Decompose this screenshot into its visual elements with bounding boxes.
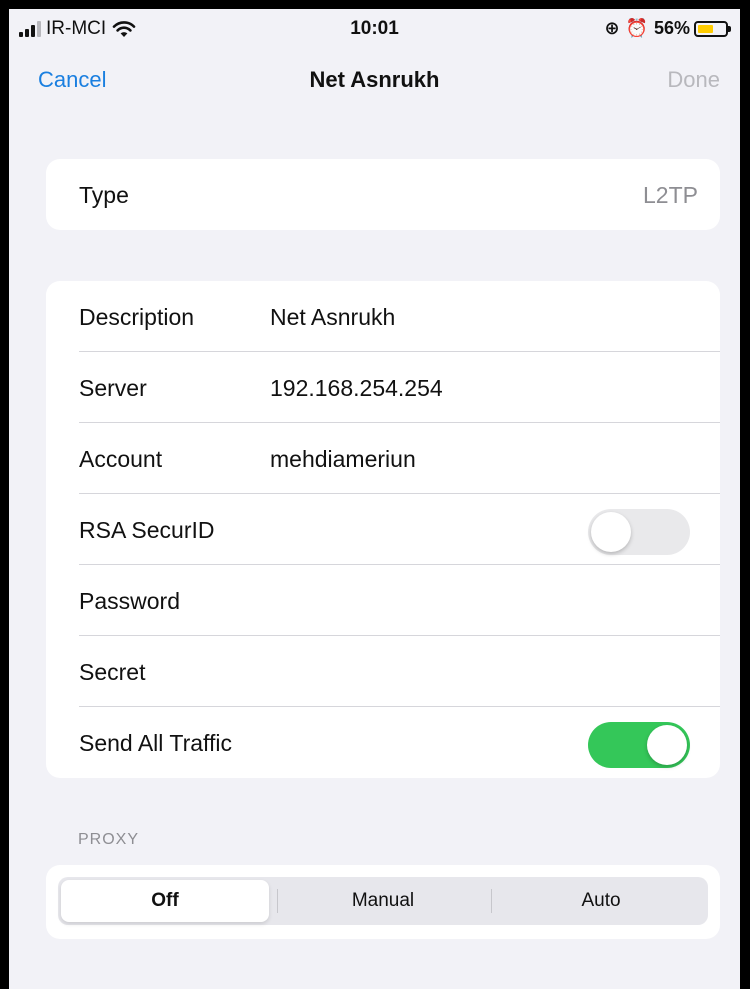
proxy-option-auto[interactable]: Auto bbox=[497, 880, 705, 922]
alarm-icon: ⏰ bbox=[625, 18, 648, 38]
send-all-traffic-label: Send All Traffic bbox=[79, 730, 232, 756]
type-group: Type L2TP bbox=[46, 159, 720, 230]
server-field[interactable]: 192.168.254.254 bbox=[270, 375, 443, 402]
send-all-traffic-row: Send All Traffic bbox=[46, 707, 720, 778]
done-button[interactable]: Done bbox=[667, 67, 720, 93]
proxy-group: Off Manual Auto bbox=[46, 865, 720, 939]
password-row[interactable]: Password bbox=[46, 565, 720, 636]
rsa-securid-row: RSA SecurID bbox=[46, 494, 720, 565]
proxy-segmented-control: Off Manual Auto bbox=[58, 877, 708, 925]
description-field[interactable]: Net Asnrukh bbox=[270, 304, 395, 331]
type-label: Type bbox=[79, 182, 129, 208]
secret-label: Secret bbox=[79, 659, 146, 685]
send-all-traffic-toggle[interactable] bbox=[588, 722, 690, 768]
type-value: L2TP bbox=[643, 182, 698, 208]
description-row[interactable]: Description Net Asnrukh bbox=[46, 281, 720, 352]
account-label: Account bbox=[79, 446, 163, 472]
page-title: Net Asnrukh bbox=[309, 67, 440, 92]
toggle-knob bbox=[647, 725, 687, 765]
rsa-securid-label: RSA SecurID bbox=[79, 517, 215, 543]
account-field[interactable]: mehdiameriun bbox=[270, 446, 416, 473]
battery-icon bbox=[694, 20, 731, 37]
description-label: Description bbox=[79, 304, 195, 330]
server-row[interactable]: Server 192.168.254.254 bbox=[46, 352, 720, 423]
status-bar: IR-MCI 10:01 ⊕ ⏰ 56% bbox=[9, 9, 740, 49]
battery-percent: 56% bbox=[653, 18, 690, 38]
server-label: Server bbox=[79, 375, 147, 401]
password-label: Password bbox=[79, 588, 180, 614]
orientation-lock-icon: ⊕ bbox=[604, 18, 620, 38]
type-row[interactable]: Type L2TP bbox=[46, 159, 720, 230]
proxy-option-manual[interactable]: Manual bbox=[279, 880, 487, 922]
proxy-option-off[interactable]: Off bbox=[61, 880, 269, 922]
account-row[interactable]: Account mehdiameriun bbox=[46, 423, 720, 494]
status-right: ⊕ ⏰ 56% bbox=[604, 18, 731, 39]
toggle-knob bbox=[591, 512, 631, 552]
secret-row[interactable]: Secret bbox=[46, 636, 720, 707]
segment-divider bbox=[277, 889, 278, 913]
rsa-securid-toggle[interactable] bbox=[588, 509, 690, 555]
navigation-bar: Cancel Net Asnrukh Done bbox=[9, 49, 740, 105]
vpn-settings-group: Description Net Asnrukh Server 192.168.2… bbox=[46, 281, 720, 778]
screen: IR-MCI 10:01 ⊕ ⏰ 56% Cancel Net Asnrukh … bbox=[9, 9, 740, 989]
proxy-section-header: PROXY bbox=[78, 831, 140, 848]
battery-fill bbox=[698, 24, 713, 33]
segment-divider bbox=[491, 889, 492, 913]
